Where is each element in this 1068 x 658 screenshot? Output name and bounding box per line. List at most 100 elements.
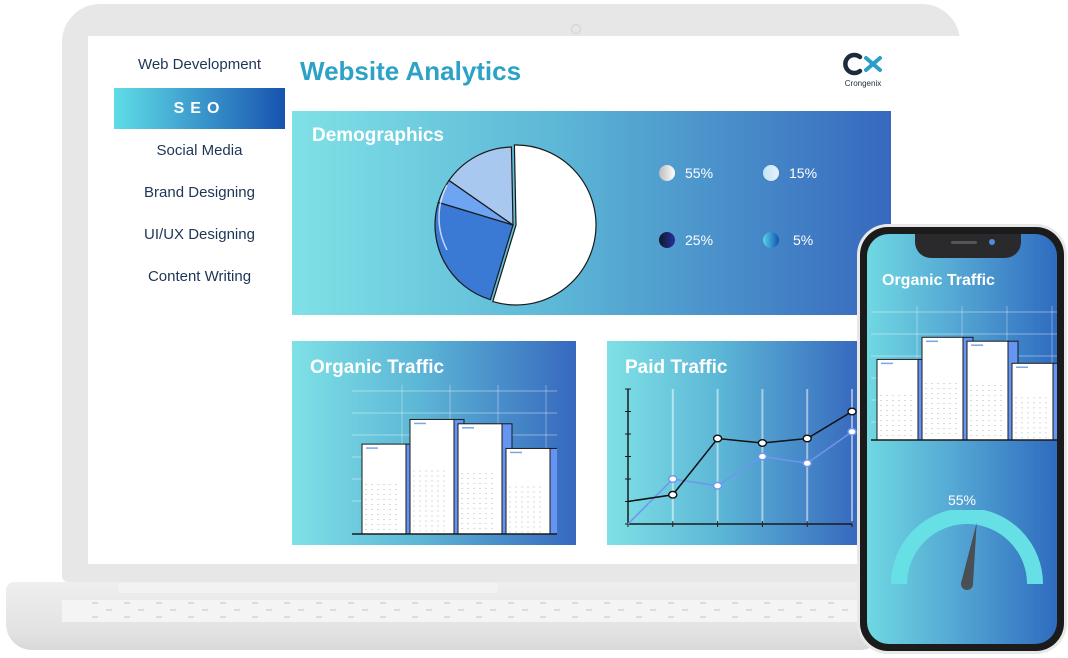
- bar-texture-dot: [1021, 407, 1023, 409]
- bar-texture-dot: [1045, 417, 1047, 419]
- keyboard-key: [778, 609, 784, 611]
- bar-texture-dot: [1021, 427, 1023, 429]
- logo: Crongenix: [838, 52, 888, 88]
- gauge-needle-hub: [961, 578, 973, 590]
- bar-texture-dot: [371, 524, 373, 526]
- data-point: [668, 474, 678, 483]
- bar-texture-dot: [389, 509, 391, 511]
- sidebar-item-social-media[interactable]: Social Media: [114, 140, 285, 162]
- bar-texture-dot: [898, 435, 900, 437]
- bar-texture-dot: [467, 477, 469, 479]
- bar-texture-dot: [988, 410, 990, 412]
- bar-texture-dot: [925, 383, 927, 385]
- bar-texture-dot: [425, 510, 427, 512]
- bar-texture-dot: [976, 430, 978, 432]
- bar-texture-dot: [467, 517, 469, 519]
- keyboard-key: [700, 602, 706, 604]
- bar-texture-dot: [1033, 412, 1035, 414]
- bar-texture-dot: [1045, 422, 1047, 424]
- bar-texture-dot: [937, 408, 939, 410]
- bar-texture-dot: [383, 529, 385, 531]
- bar-texture-dot: [419, 495, 421, 497]
- sidebar-item-content-writing[interactable]: Content Writing: [114, 266, 285, 288]
- bar-texture-dot: [892, 415, 894, 417]
- keyboard-key: [92, 616, 98, 618]
- bar-texture-dot: [383, 499, 385, 501]
- bar-texture-dot: [395, 489, 397, 491]
- data-point: [757, 439, 768, 448]
- bar-texture-dot: [419, 530, 421, 532]
- bar-texture-dot: [413, 475, 415, 477]
- bar-texture-dot: [371, 484, 373, 486]
- bar-texture-dot: [425, 520, 427, 522]
- bar-texture-dot: [365, 484, 367, 486]
- bar-texture-dot: [1033, 437, 1035, 439]
- bar-texture-dot: [377, 489, 379, 491]
- bar-texture-dot: [533, 526, 535, 528]
- bar-texture-dot: [1039, 422, 1041, 424]
- bar-texture-dot: [533, 531, 535, 533]
- bar-texture-dot: [1045, 407, 1047, 409]
- keyboard-key: [508, 602, 514, 604]
- bar-texture-dot: [1000, 395, 1002, 397]
- speaker-icon: [951, 241, 977, 244]
- bar-texture-dot: [949, 403, 951, 405]
- bar-texture-dot: [892, 395, 894, 397]
- bar-texture-dot: [1021, 437, 1023, 439]
- bar-texture-dot: [937, 428, 939, 430]
- bar-texture-dot: [988, 420, 990, 422]
- bar-texture-dot: [1015, 417, 1017, 419]
- sidebar-item-brand-designing[interactable]: Brand Designing: [114, 182, 285, 204]
- sidebar-item-web-development[interactable]: Web Development: [114, 54, 285, 76]
- keyboard-key: [476, 616, 482, 618]
- bar-texture-dot: [880, 400, 882, 402]
- bar-texture-dot: [994, 410, 996, 412]
- bar-texture-dot: [1039, 417, 1041, 419]
- bar-texture-dot: [892, 410, 894, 412]
- keyboard-key: [170, 609, 176, 611]
- bar-texture-dot: [904, 410, 906, 412]
- bar-texture-dot: [533, 486, 535, 488]
- bar-texture-dot: [880, 405, 882, 407]
- keyboard-key: [380, 602, 386, 604]
- bar-texture-dot: [365, 524, 367, 526]
- bar-texture-dot: [970, 430, 972, 432]
- laptop-hinge: [118, 583, 498, 593]
- keyboard-key: [508, 616, 514, 618]
- bar-texture-dot: [533, 516, 535, 518]
- bar-texture-dot: [425, 480, 427, 482]
- bar-texture-dot: [880, 420, 882, 422]
- bar-texture-dot: [515, 531, 517, 533]
- bar-texture-dot: [937, 383, 939, 385]
- bar-texture-dot: [994, 390, 996, 392]
- bar-texture-dot: [982, 415, 984, 417]
- bar-texture-dot: [461, 477, 463, 479]
- bar-texture-dot: [515, 516, 517, 518]
- sidebar-item-seo[interactable]: SEO: [114, 88, 285, 129]
- demographics-card: Demographics 55% 15% 25% 5%: [292, 111, 891, 315]
- bar-texture-dot: [371, 529, 373, 531]
- bar: [361, 443, 407, 535]
- bar-texture-dot: [1015, 432, 1017, 434]
- bar-texture-dot: [425, 505, 427, 507]
- bar-texture-dot: [976, 420, 978, 422]
- bar-texture-dot: [443, 530, 445, 532]
- keyboard-key: [476, 602, 482, 604]
- phone-notch: [915, 234, 1021, 258]
- bar-texture-dot: [443, 500, 445, 502]
- bar-texture-dot: [880, 415, 882, 417]
- bar-texture-dot: [443, 490, 445, 492]
- bar-texture-dot: [955, 398, 957, 400]
- bar-texture-dot: [413, 495, 415, 497]
- bar-texture-dot: [880, 435, 882, 437]
- sidebar-item-ui-ux-designing[interactable]: UI/UX Designing: [114, 224, 285, 246]
- bar-texture-dot: [473, 517, 475, 519]
- bar-texture-dot: [473, 497, 475, 499]
- bar-texture-dot: [533, 521, 535, 523]
- bar-texture-dot: [925, 423, 927, 425]
- bar-texture-dot: [1039, 402, 1041, 404]
- keyboard-key: [636, 616, 642, 618]
- bar-texture-dot: [437, 485, 439, 487]
- keyboard-key: [266, 609, 272, 611]
- bar-texture-dot: [431, 485, 433, 487]
